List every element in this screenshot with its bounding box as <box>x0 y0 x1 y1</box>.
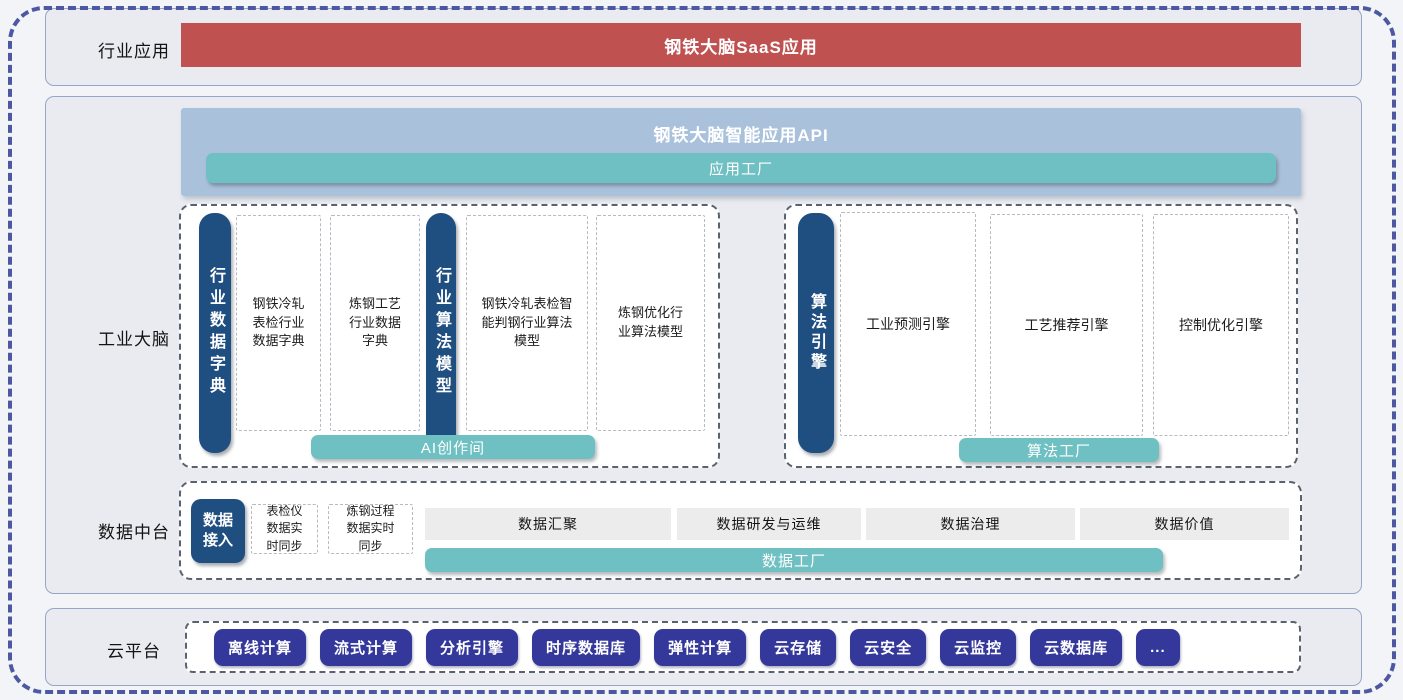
data-access-box: 数据 接入 <box>191 499 245 563</box>
api-header-bar: 钢铁大脑智能应用API 应用工厂 <box>181 108 1301 196</box>
cloud-btn-cloud-storage: 云存储 <box>760 629 836 666</box>
cloud-btn-more: ... <box>1136 629 1180 666</box>
industrial-brain-section: 工业大脑 数据中台 钢铁大脑智能应用API 应用工厂 行业数据字典 钢铁冷轧表检… <box>45 96 1362 594</box>
cloud-btn-stream-compute: 流式计算 <box>320 629 412 666</box>
cloud-platform-label: 云平台 <box>74 637 194 662</box>
architecture-diagram: 行业应用 钢铁大脑SaaS应用 工业大脑 数据中台 钢铁大脑智能应用API 应用… <box>0 0 1403 700</box>
cloud-btn-timeseries-db: 时序数据库 <box>532 629 640 666</box>
data-value-box: 数据价值 <box>1080 508 1289 540</box>
control-optimization-engine-box: 控制优化引擎 <box>1153 214 1289 436</box>
industry-algorithm-model-vbar: 行业算法模型 <box>426 213 456 453</box>
cloud-btn-analytics-engine: 分析引擎 <box>426 629 518 666</box>
steelmaking-sync-box: 炼钢过程数据实时同步 <box>328 504 413 554</box>
industrial-brain-label: 工业大脑 <box>74 325 194 350</box>
industry-prediction-engine-box: 工业预测引擎 <box>840 212 976 436</box>
cloud-btn-cloud-security: 云安全 <box>850 629 926 666</box>
steelmaking-algorithm-box: 炼钢优化行业算法模型 <box>596 215 705 431</box>
data-factory-bar: 数据工厂 <box>425 548 1163 572</box>
api-title: 钢铁大脑智能应用API <box>181 121 1301 146</box>
app-factory-bar: 应用工厂 <box>206 153 1276 183</box>
cloud-platform-section: 云平台 离线计算 流式计算 分析引擎 时序数据库 弹性计算 云存储 云安全 云监… <box>45 608 1362 686</box>
industry-application-label: 行业应用 <box>74 37 194 62</box>
cloud-btn-elastic-compute: 弹性计算 <box>654 629 746 666</box>
industry-data-dictionary-vbar: 行业数据字典 <box>199 213 231 453</box>
algorithm-engine-vbar: 算法引擎 <box>798 213 834 453</box>
cloud-btn-cloud-database: 云数据库 <box>1030 629 1122 666</box>
gauge-sync-box: 表检仪数据实时同步 <box>251 504 318 554</box>
cloud-btn-cloud-monitoring: 云监控 <box>940 629 1016 666</box>
data-platform-label: 数据中台 <box>74 518 194 543</box>
algorithm-factory-bar: 算法工厂 <box>959 438 1159 462</box>
process-recommendation-engine-box: 工艺推荐引擎 <box>990 214 1143 436</box>
data-platform-panel: 数据 接入 表检仪数据实时同步 炼钢过程数据实时同步 数据汇聚 数据研发与运维 … <box>179 481 1302 580</box>
data-aggregation-box: 数据汇聚 <box>425 508 671 540</box>
data-governance-box: 数据治理 <box>866 508 1075 540</box>
cold-rolling-dictionary-box: 钢铁冷轧表检行业数据字典 <box>236 215 321 431</box>
data-dictionary-model-panel: 行业数据字典 钢铁冷轧表检行业数据字典 炼钢工艺行业数据字典 行业算法模型 钢铁… <box>179 204 720 468</box>
steelmaking-dictionary-box: 炼钢工艺行业数据字典 <box>330 215 420 431</box>
algorithm-engine-panel: 算法引擎 工业预测引擎 工艺推荐引擎 控制优化引擎 算法工厂 <box>784 204 1298 468</box>
saas-application-bar: 钢铁大脑SaaS应用 <box>181 23 1301 67</box>
data-rnd-ops-box: 数据研发与运维 <box>677 508 861 540</box>
cloud-btn-offline-compute: 离线计算 <box>214 629 306 666</box>
cloud-services-panel: 离线计算 流式计算 分析引擎 时序数据库 弹性计算 云存储 云安全 云监控 云数… <box>185 621 1301 673</box>
ai-workshop-bar: AI创作间 <box>311 435 595 459</box>
industry-application-section: 行业应用 钢铁大脑SaaS应用 <box>45 8 1362 86</box>
cold-rolling-algorithm-box: 钢铁冷轧表检智能判钢行业算法模型 <box>466 215 588 431</box>
